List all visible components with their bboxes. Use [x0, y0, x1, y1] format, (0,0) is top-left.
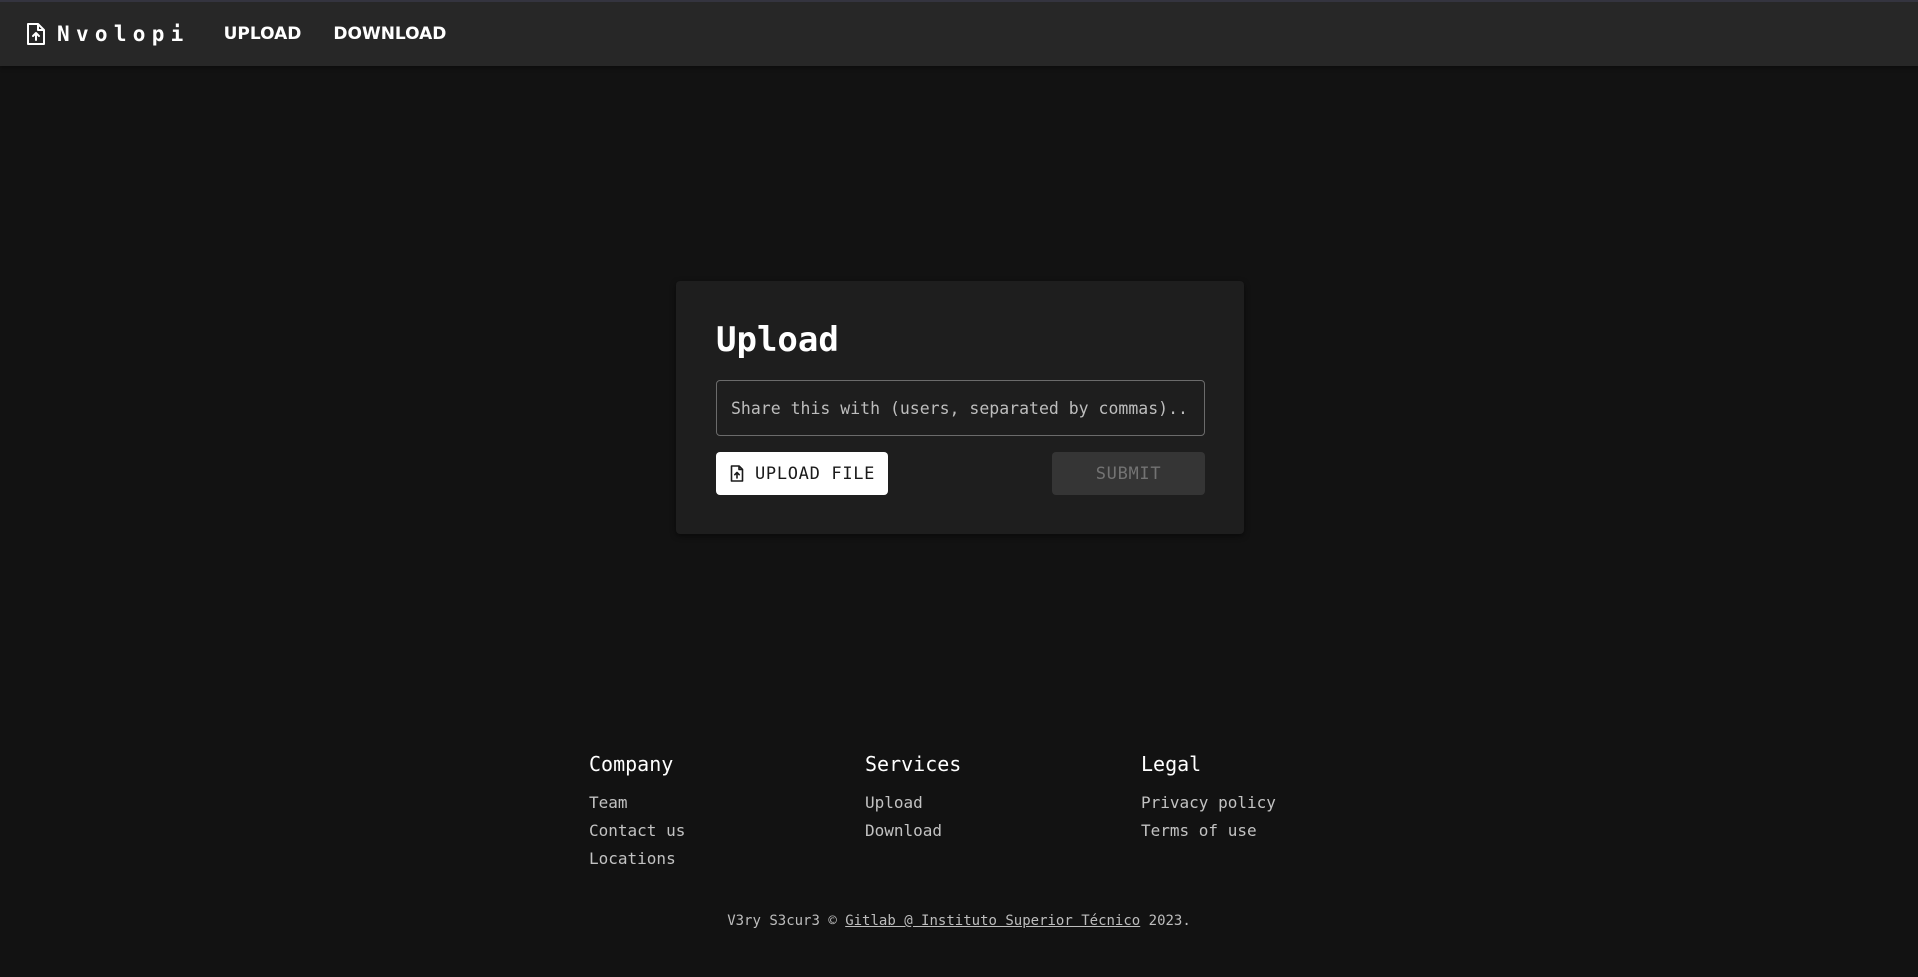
footer-link-download[interactable]: Download [865, 817, 961, 845]
submit-button[interactable]: SUBMIT [1052, 452, 1205, 495]
copyright-suffix: 2023. [1140, 913, 1191, 929]
file-upload-icon [730, 465, 744, 482]
file-upload-icon [27, 23, 45, 45]
footer-link-contact-us[interactable]: Contact us [589, 817, 685, 845]
app-bar: Nvolopi UPLOAD DOWNLOAD [0, 0, 1918, 66]
footer-column-company: Company Team Contact us Locations [589, 752, 685, 873]
nav-download[interactable]: DOWNLOAD [333, 24, 446, 44]
page-title: Upload [716, 320, 839, 360]
gitlab-link[interactable]: Gitlab @ Instituto Superior Técnico [845, 913, 1140, 929]
footer-link-locations[interactable]: Locations [589, 845, 685, 873]
nav-upload[interactable]: UPLOAD [224, 24, 302, 44]
footer-heading-services: Services [865, 752, 962, 776]
share-with-input[interactable] [716, 380, 1205, 436]
copyright: V3ry S3cur3 © Gitlab @ Instituto Superio… [0, 913, 1918, 929]
upload-file-button[interactable]: UPLOAD FILE [716, 452, 888, 495]
footer-column-legal: Legal Privacy policy Terms of use [1141, 752, 1276, 845]
footer-heading-legal: Legal [1141, 752, 1202, 776]
footer-link-terms-of-use[interactable]: Terms of use [1141, 817, 1276, 845]
footer-link-privacy-policy[interactable]: Privacy policy [1141, 789, 1276, 817]
brand-name: Nvolopi [57, 22, 190, 46]
upload-card: Upload UPLOAD FILE SUBMIT [676, 281, 1244, 534]
brand-link[interactable]: Nvolopi [26, 22, 190, 46]
footer-link-team[interactable]: Team [589, 789, 685, 817]
footer-link-upload[interactable]: Upload [865, 789, 961, 817]
footer-column-services: Services Upload Download [865, 752, 961, 845]
upload-file-label: UPLOAD FILE [755, 463, 876, 484]
footer-heading-company: Company [589, 752, 674, 776]
copyright-prefix: V3ry S3cur3 © [727, 913, 846, 929]
